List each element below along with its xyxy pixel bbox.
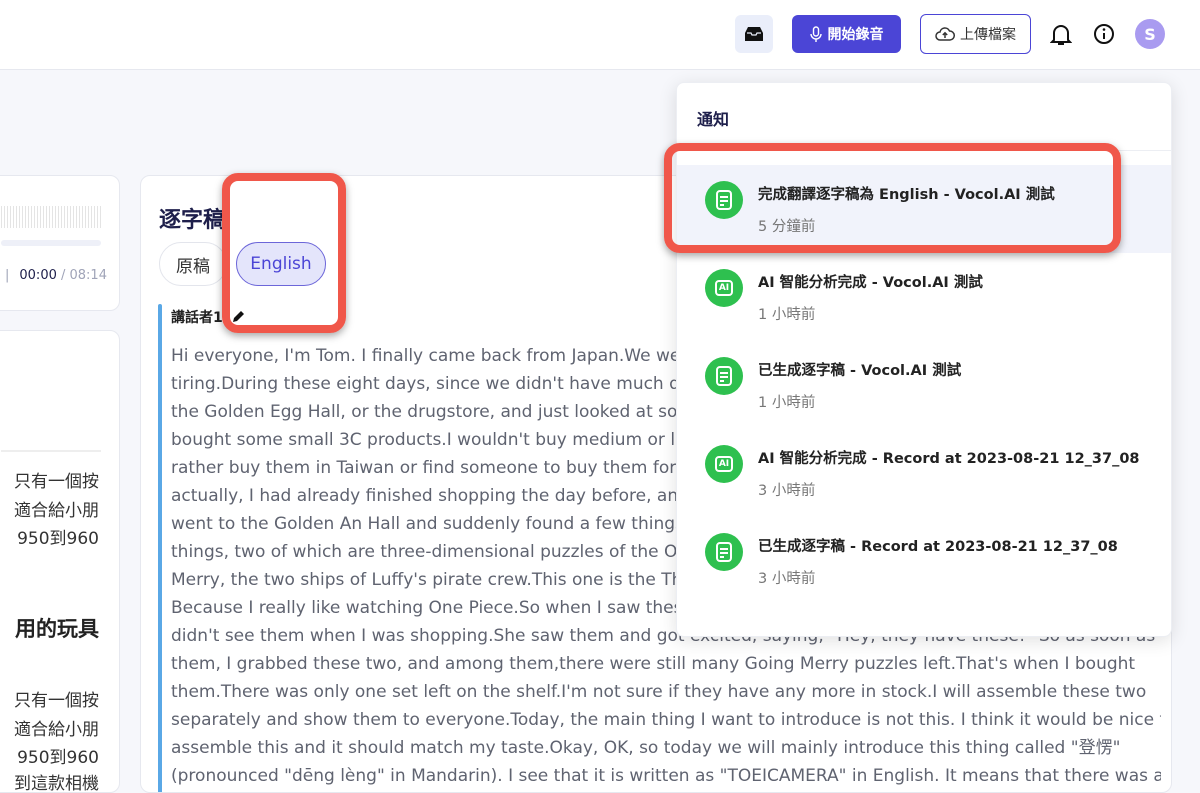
notification-time: 3 小時前	[758, 571, 816, 587]
cloud-upload-icon	[935, 27, 955, 41]
start-recording-button[interactable]: 開始錄音	[792, 15, 901, 53]
transcript-line: separately and show them to everyone.Tod…	[171, 710, 1161, 730]
start-recording-label: 開始錄音	[827, 27, 884, 43]
summary-text: 950到960	[17, 748, 99, 768]
document-icon	[705, 357, 743, 395]
upload-file-button[interactable]: 上傳檔案	[920, 14, 1031, 54]
highlight-first-notification	[664, 143, 1121, 253]
notifications-title: 通知	[697, 110, 730, 129]
summary-card: 只有一個按 適合給小朋 950到960 用的玩具 只有一個按 適合給小朋 950…	[0, 330, 120, 793]
notification-title: AI 智能分析完成 - Vocol.AI 測試	[758, 275, 983, 291]
summary-text: 適合給小朋	[14, 720, 99, 740]
speaker-bar	[158, 304, 162, 792]
notification-time: 1 小時前	[758, 307, 816, 323]
upload-file-label: 上傳檔案	[960, 27, 1016, 43]
playback-time: | 00:00 / 08:14	[5, 268, 107, 283]
summary-heading: 用的玩具	[15, 617, 99, 641]
inbox-icon	[745, 27, 763, 41]
notification-item[interactable]: 已生成逐字稿 - Record at 2023-08-21 12_37_08 3 …	[677, 517, 1171, 605]
transcript-line: (pronounced "dēng lèng" in Mandarin). I …	[171, 766, 1161, 786]
notification-title: 已生成逐字稿 - Vocol.AI 測試	[758, 363, 962, 379]
microphone-icon	[809, 26, 822, 42]
tab-original[interactable]: 原稿	[159, 242, 227, 286]
notification-time: 3 小時前	[758, 483, 816, 499]
ai-icon: AI	[705, 269, 743, 307]
inbox-button[interactable]	[735, 15, 773, 53]
notification-item[interactable]: 已生成逐字稿 - Vocol.AI 測試 1 小時前	[677, 341, 1171, 429]
notification-time: 1 小時前	[758, 395, 816, 411]
summary-text: 950到960	[17, 529, 99, 549]
document-icon	[705, 533, 743, 571]
transcript-line: them.There was only one set left on the …	[171, 682, 1147, 702]
playback-progress[interactable]	[1, 240, 101, 246]
summary-text: 適合給小朋	[14, 501, 99, 521]
transcript-line: them, I grabbed these two, and among the…	[171, 654, 1136, 674]
waveform[interactable]	[1, 206, 101, 228]
summary-text: 到這款相機	[14, 774, 99, 793]
divider	[1, 450, 101, 452]
audio-player-card: | 00:00 / 08:14	[0, 175, 120, 311]
summary-text: 只有一個按	[14, 472, 99, 492]
ai-icon: AI	[705, 445, 743, 483]
transcript-title: 逐字稿	[159, 208, 226, 233]
summary-text: 只有一個按	[14, 691, 99, 711]
notification-title: AI 智能分析完成 - Record at 2023-08-21 12_37_0…	[758, 451, 1140, 467]
notification-item[interactable]: AI AI 智能分析完成 - Vocol.AI 測試 1 小時前	[677, 253, 1171, 341]
bell-icon[interactable]	[1050, 23, 1072, 47]
notification-title: 已生成逐字稿 - Record at 2023-08-21 12_37_08	[758, 539, 1118, 555]
notification-item[interactable]: AI AI 智能分析完成 - Record at 2023-08-21 12_37…	[677, 429, 1171, 517]
highlight-english-tab	[222, 173, 346, 333]
transcript-line: assemble this and it should match my tas…	[171, 738, 1121, 758]
user-avatar[interactable]: S	[1135, 19, 1165, 49]
top-bar: 開始錄音 上傳檔案 S	[0, 0, 1200, 70]
info-icon[interactable]	[1093, 23, 1115, 45]
